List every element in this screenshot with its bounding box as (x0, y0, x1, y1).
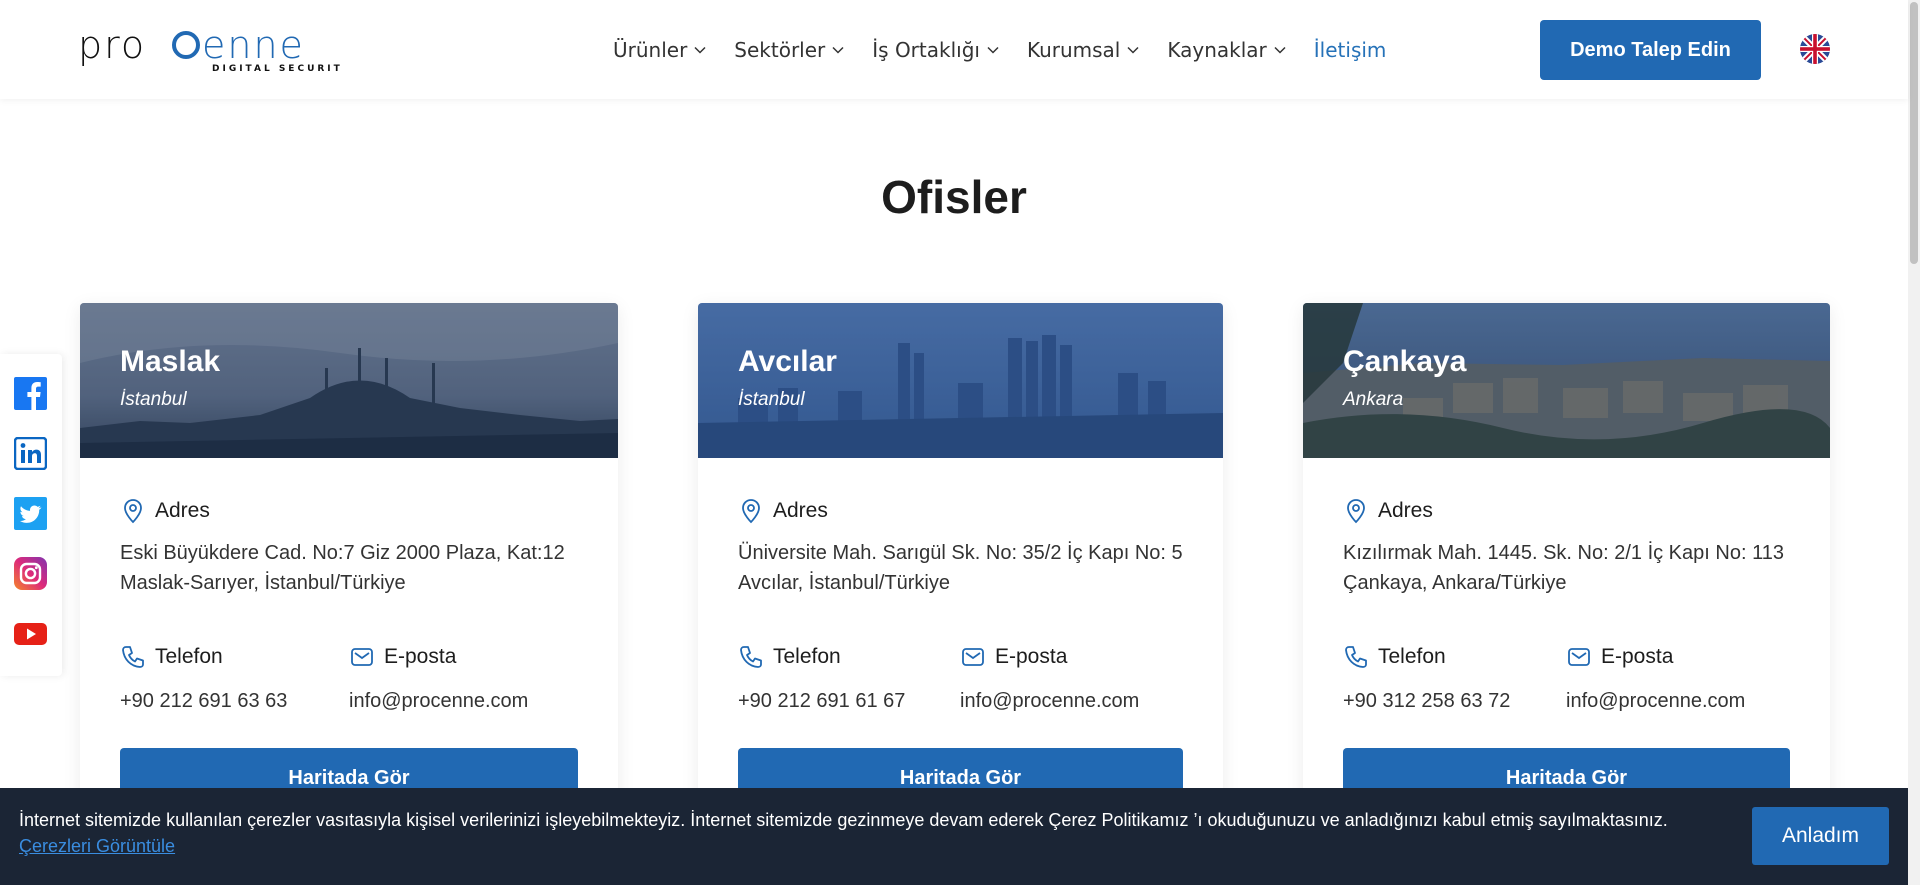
phone-label: Telefon (773, 645, 841, 668)
email-label-row: E-posta (1566, 644, 1745, 670)
phone-label-row: Telefon (738, 644, 905, 670)
nav-item-kaynaklar[interactable]: Kaynaklar (1167, 38, 1286, 62)
nav-item-sektorler[interactable]: Sektörler (734, 38, 845, 62)
chevron-down-icon (1127, 46, 1139, 54)
location-pin-icon (1347, 499, 1365, 524)
contact-grid: Telefon +90 212 691 63 63 E-posta info@p… (120, 644, 578, 714)
nav-item-label: Kaynaklar (1167, 38, 1267, 62)
address-label: Adres (155, 499, 210, 522)
nav-item-iletisim[interactable]: İletişim (1314, 38, 1387, 62)
svg-text:enne: enne (202, 28, 305, 67)
chevron-down-icon (832, 46, 844, 54)
email-block: E-posta info@procenne.com (349, 644, 528, 713)
email-block: E-posta info@procenne.com (1566, 644, 1745, 713)
logo-tagline: DIGITAL SECURITY (212, 64, 342, 72)
chevron-down-icon (987, 46, 999, 54)
office-region: Ankara (1343, 389, 1404, 410)
office-email[interactable]: info@procenne.com (1566, 690, 1745, 713)
location-pin-icon (742, 499, 760, 524)
procenne-logo[interactable]: pro enne DIGITAL SECURITY (78, 23, 349, 74)
cookie-message: İnternet sitemizde kullanılan çerezler v… (19, 810, 1668, 830)
office-region: İstanbul (120, 389, 187, 410)
page-title: Ofisler (881, 171, 1027, 223)
phone-block: Telefon +90 212 691 63 63 (120, 644, 287, 713)
office-details: Adres Kızılırmak Mah. 1445. Sk. No: 2/1 … (1343, 498, 1790, 714)
office-hero-image: Maslak İstanbul (80, 303, 618, 458)
demo-request-button[interactable]: Demo Talep Edin (1540, 20, 1761, 80)
phone-label-row: Telefon (1343, 644, 1510, 670)
nav-item-kurumsal[interactable]: Kurumsal (1027, 38, 1140, 62)
linkedin-icon[interactable] (13, 436, 48, 471)
phone-block: Telefon +90 212 691 61 67 (738, 644, 905, 713)
site-header: pro enne DIGITAL SECURITY Ürünler Sektör… (0, 0, 1908, 99)
office-email[interactable]: info@procenne.com (960, 690, 1139, 713)
phone-label-row: Telefon (120, 644, 287, 670)
office-details: Adres Üniversite Mah. Sarıgül Sk. No: 35… (738, 498, 1183, 714)
accept-cookies-button[interactable]: Anladım (1752, 807, 1889, 865)
nav-item-label: Ürünler (613, 38, 688, 62)
twitter-icon[interactable] (14, 497, 47, 530)
location-pin-icon (124, 499, 142, 524)
nav-item-is-ortakligi[interactable]: İş Ortaklığı (872, 38, 1000, 62)
address-label-row: Adres (1343, 498, 1790, 524)
mail-icon (962, 648, 984, 666)
office-address: Eski Büyükdere Cad. No:7 Giz 2000 Plaza,… (120, 542, 565, 594)
office-phone[interactable]: +90 312 258 63 72 (1343, 690, 1510, 713)
chevron-down-icon (694, 46, 706, 54)
nav-item-label: Sektörler (734, 38, 826, 62)
facebook-icon[interactable] (14, 377, 47, 410)
office-hero-image: Avcılar İstanbul (698, 303, 1223, 458)
nav-item-label: Kurumsal (1026, 38, 1121, 62)
phone-icon (122, 646, 144, 668)
nav-item-label: İletişim (1313, 38, 1387, 62)
address-label-row: Adres (738, 498, 1183, 524)
email-label: E-posta (995, 645, 1068, 668)
phone-label: Telefon (1378, 645, 1446, 668)
mail-icon (351, 648, 373, 666)
office-region: İstanbul (738, 389, 805, 410)
youtube-icon[interactable] (14, 617, 47, 650)
phone-icon (1345, 646, 1367, 668)
office-address: Kızılırmak Mah. 1445. Sk. No: 2/1 İç Kap… (1343, 542, 1784, 594)
address-label: Adres (1378, 499, 1433, 522)
cookie-consent-bar: İnternet sitemizde kullanılan çerezler v… (0, 788, 1908, 885)
contact-grid: Telefon +90 312 258 63 72 E-posta info@p… (1343, 644, 1790, 714)
office-hero-image: Çankaya Ankara (1303, 303, 1830, 458)
email-label: E-posta (1601, 645, 1674, 668)
email-label-row: E-posta (960, 644, 1139, 670)
email-label: E-posta (384, 645, 457, 668)
uk-flag-icon[interactable] (1800, 34, 1830, 64)
page-scrollbar[interactable] (1908, 0, 1920, 885)
social-sidebar (0, 354, 62, 676)
instagram-icon[interactable] (14, 557, 47, 590)
address-label: Adres (773, 499, 828, 522)
office-details: Adres Eski Büyükdere Cad. No:7 Giz 2000 … (120, 498, 578, 714)
office-city: Maslak (120, 345, 221, 378)
address-label-row: Adres (120, 498, 578, 524)
office-city: Çankaya (1343, 345, 1467, 378)
phone-label: Telefon (155, 645, 223, 668)
nav-item-label: İş Ortaklığı (872, 38, 980, 62)
main-nav: Ürünler Sektörler İş Ortaklığı Kurumsal … (613, 38, 1413, 62)
office-phone[interactable]: +90 212 691 61 67 (738, 690, 905, 713)
scrollbar-thumb[interactable] (1910, 2, 1918, 264)
phone-block: Telefon +90 312 258 63 72 (1343, 644, 1510, 713)
office-email[interactable]: info@procenne.com (349, 690, 528, 713)
office-address: Üniversite Mah. Sarıgül Sk. No: 35/2 İç … (738, 542, 1183, 594)
view-cookies-link[interactable]: Çerezleri Görüntüle (19, 836, 175, 857)
office-phone[interactable]: +90 212 691 63 63 (120, 690, 287, 713)
phone-icon (740, 646, 762, 668)
chevron-down-icon (1274, 46, 1286, 54)
email-block: E-posta info@procenne.com (960, 644, 1139, 713)
mail-icon (1568, 648, 1590, 666)
nav-item-urunler[interactable]: Ürünler (613, 38, 707, 62)
contact-grid: Telefon +90 212 691 61 67 E-posta info@p… (738, 644, 1183, 714)
office-city: Avcılar (738, 345, 837, 378)
svg-text:pro: pro (78, 28, 146, 67)
email-label-row: E-posta (349, 644, 528, 670)
